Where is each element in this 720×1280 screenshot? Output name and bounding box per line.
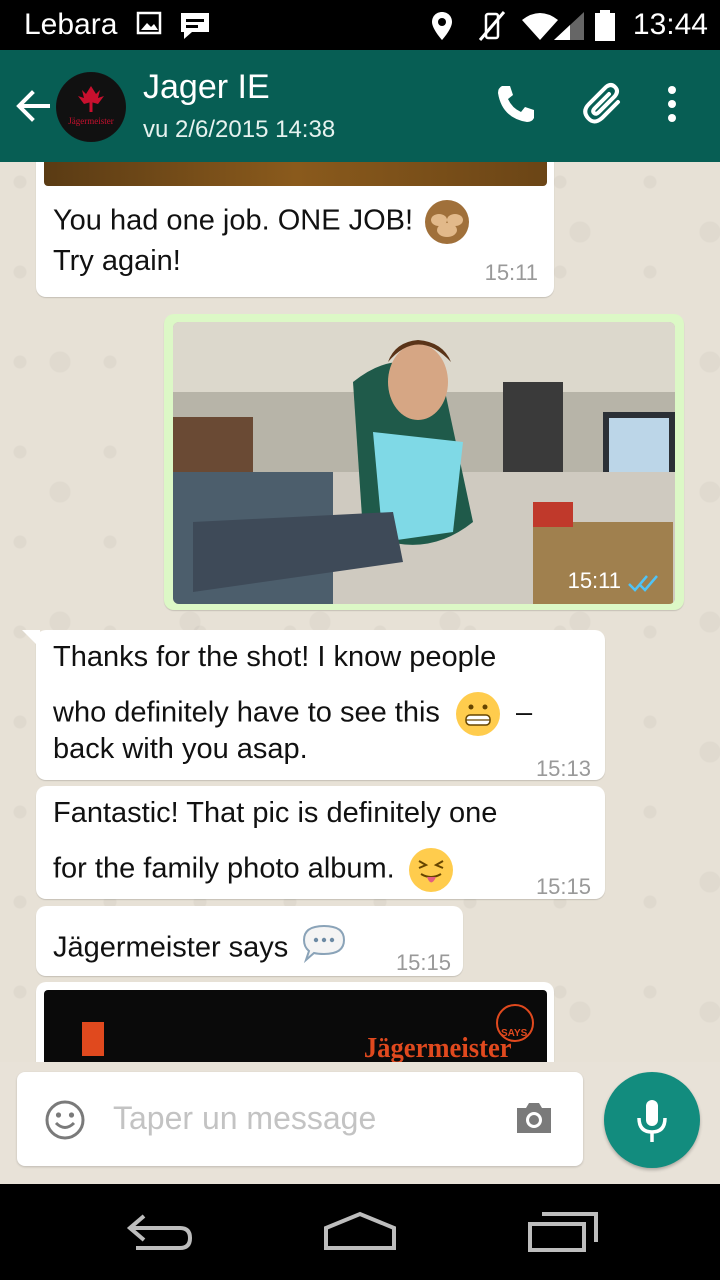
emoji-smiley-icon[interactable] — [43, 1098, 87, 1142]
brand-wordmark: Jägermeister — [363, 1033, 512, 1062]
android-navigation-bar — [0, 1184, 720, 1280]
image-notification-icon — [136, 11, 162, 35]
message-text: who definitely have to see this — [53, 696, 440, 729]
chat-header: Jägermeister Jager IE vu 2/6/2015 14:38 — [0, 50, 720, 162]
nav-back-icon[interactable] — [124, 1208, 196, 1256]
overflow-menu-icon[interactable] — [648, 80, 696, 128]
says-badge-text: SAYS — [501, 1028, 528, 1039]
outgoing-photo-message[interactable]: 15:11 — [164, 314, 684, 610]
attach-paperclip-icon[interactable] — [580, 80, 628, 128]
message-composer[interactable]: Taper un message — [17, 1072, 583, 1166]
location-icon — [432, 12, 452, 40]
sent-photo[interactable]: 15:11 — [173, 322, 675, 604]
attached-image[interactable] — [44, 162, 547, 186]
speech-bubble-emoji-icon — [300, 922, 348, 976]
nav-recents-icon[interactable] — [526, 1208, 598, 1256]
signal-icon — [554, 12, 584, 40]
message-time: 15:11 — [567, 568, 621, 593]
vibrate-mute-icon — [478, 11, 506, 41]
incoming-message[interactable]: You had one job. ONE JOB! Try again! 15:… — [36, 162, 554, 297]
phone-call-icon[interactable] — [492, 80, 540, 128]
incoming-image-message[interactable]: Jägermeister SAYS — [36, 982, 554, 1062]
message-text: You had one job. ONE JOB! — [53, 204, 414, 237]
message-time: 15:13 — [535, 756, 591, 781]
status-bar: Lebara 13:44 — [0, 0, 720, 50]
battery-icon — [595, 10, 615, 41]
carrier-label: Lebara — [24, 8, 118, 41]
camera-icon[interactable] — [513, 1100, 555, 1136]
orange-block — [82, 1022, 104, 1056]
message-text-line: back with you asap. — [53, 733, 308, 765]
contact-name[interactable]: Jager IE — [143, 68, 270, 107]
message-text: Jägermeister says — [53, 931, 289, 964]
chat-notification-icon — [181, 13, 209, 39]
clock: 13:44 — [632, 8, 708, 41]
incoming-message[interactable]: Thanks for the shot! I know people who d… — [22, 630, 605, 781]
back-arrow-icon[interactable] — [12, 86, 52, 126]
message-time: 15:15 — [535, 874, 591, 899]
incoming-message[interactable]: Fantastic! That pic is definitely one fo… — [36, 786, 605, 899]
message-time: 15:11 — [484, 260, 538, 285]
brand-image[interactable]: Jägermeister SAYS — [44, 990, 547, 1062]
says-badge: SAYS — [496, 1004, 534, 1042]
see-no-evil-monkey-emoji-icon — [425, 200, 470, 244]
message-text-line: Fantastic! That pic is definitely one — [53, 797, 498, 829]
grimacing-face-emoji-icon — [455, 692, 500, 736]
message-text-line: Thanks for the shot! I know people — [53, 641, 497, 673]
last-seen: vu 2/6/2015 14:38 — [143, 116, 336, 143]
jagermeister-logo-icon: Jägermeister — [57, 73, 125, 141]
incoming-message[interactable]: Jägermeister says 15:15 — [36, 906, 463, 976]
microphone-button[interactable] — [604, 1072, 700, 1168]
message-list[interactable]: You had one job. ONE JOB! Try again! 15:… — [0, 162, 720, 1062]
nav-home-icon[interactable] — [322, 1208, 398, 1256]
message-text-line: Try again! — [53, 245, 181, 277]
message-time: 15:15 — [395, 950, 451, 975]
read-receipt-ticks-icon — [628, 575, 658, 592]
bubble-tail — [22, 630, 40, 648]
message-input[interactable]: Taper un message — [113, 1100, 376, 1137]
message-text: for the family photo album. — [53, 852, 395, 885]
microphone-icon — [637, 1100, 667, 1142]
contact-avatar[interactable]: Jägermeister — [56, 72, 126, 142]
message-text-dash: – — [516, 696, 533, 729]
svg-text:Jägermeister: Jägermeister — [68, 116, 113, 126]
tongue-out-squinting-emoji-icon — [408, 848, 453, 892]
